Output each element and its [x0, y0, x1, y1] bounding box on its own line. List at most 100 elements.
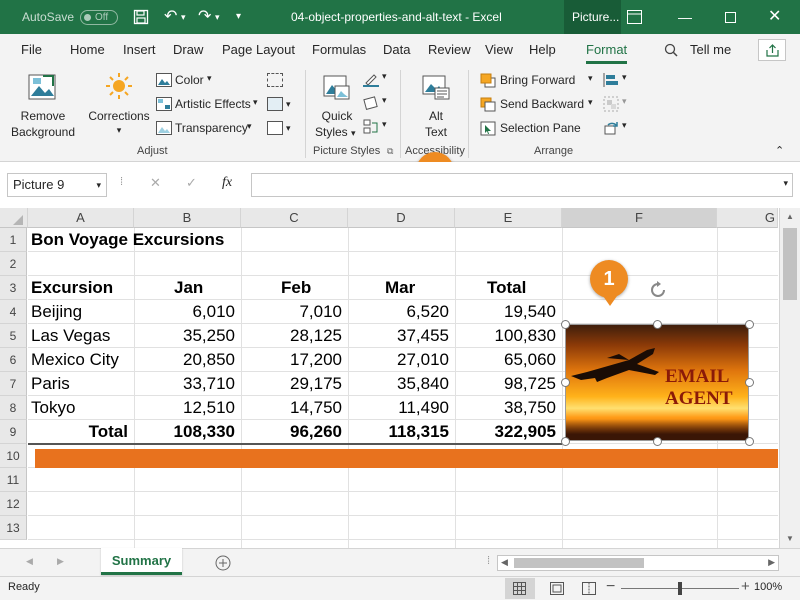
total-feb[interactable]: 96,260: [241, 420, 348, 444]
ribbon-display-icon[interactable]: [627, 10, 642, 24]
row-header-8[interactable]: 8: [0, 396, 27, 420]
header-total[interactable]: Total: [487, 276, 547, 300]
maximize-icon[interactable]: [725, 12, 736, 23]
header-feb[interactable]: Feb: [281, 276, 341, 300]
cell-jan[interactable]: 6,010: [134, 300, 241, 324]
cell-mar[interactable]: 27,010: [348, 348, 455, 372]
column-header-d[interactable]: D: [348, 208, 455, 228]
total-total[interactable]: 322,905: [455, 420, 562, 444]
normal-view-button[interactable]: [505, 578, 535, 599]
vertical-scrollbar[interactable]: ▲ ▼: [779, 208, 800, 548]
formula-input[interactable]: ▾: [251, 173, 793, 197]
picture-styles-launcher-icon[interactable]: ⧉: [387, 146, 393, 157]
total-jan[interactable]: 108,330: [134, 420, 241, 444]
row-header-10[interactable]: 10: [0, 444, 27, 468]
cell-jan[interactable]: 33,710: [134, 372, 241, 396]
prev-sheet-icon[interactable]: ◀: [26, 556, 33, 567]
cell-jan[interactable]: 35,250: [134, 324, 241, 348]
vertical-scroll-thumb[interactable]: [783, 228, 797, 300]
row-header-6[interactable]: 6: [0, 348, 27, 372]
picture-tools-context-tab[interactable]: Picture...: [564, 0, 621, 34]
row-header-11[interactable]: 11: [0, 468, 27, 492]
zoom-in-icon[interactable]: +: [741, 578, 750, 595]
cell-total[interactable]: 65,060: [455, 348, 562, 372]
rotate-handle-icon[interactable]: [648, 280, 668, 300]
insert-function-icon[interactable]: fx: [222, 175, 232, 191]
row-header-7[interactable]: 7: [0, 372, 27, 396]
next-sheet-icon[interactable]: ▶: [57, 556, 64, 567]
horizontal-scroll-thumb[interactable]: [514, 558, 644, 568]
send-backward-button[interactable]: Send Backward: [478, 95, 596, 115]
picture-layout-button[interactable]: ▾: [363, 119, 389, 137]
tab-view[interactable]: View: [485, 34, 513, 64]
undo-icon[interactable]: ↶: [164, 0, 177, 34]
tab-data[interactable]: Data: [383, 34, 410, 64]
resize-handle-bottom-left[interactable]: [561, 437, 570, 446]
cell-feb[interactable]: 29,175: [241, 372, 348, 396]
resize-handle-bottom[interactable]: [653, 437, 662, 446]
tab-page-layout[interactable]: Page Layout: [222, 34, 295, 64]
save-icon[interactable]: [133, 9, 149, 25]
cell-total[interactable]: 100,830: [455, 324, 562, 348]
scroll-up-icon[interactable]: ▲: [786, 212, 794, 221]
minimize-icon[interactable]: —: [678, 0, 692, 34]
cell-excursion[interactable]: Tokyo: [31, 396, 131, 420]
corrections-button[interactable]: Corrections ▾: [86, 68, 152, 142]
zoom-level[interactable]: 100%: [754, 581, 782, 593]
new-sheet-icon[interactable]: [215, 555, 231, 571]
reset-picture-dropdown-icon[interactable]: ▾: [286, 123, 291, 134]
tab-draw[interactable]: Draw: [173, 34, 203, 64]
cell-excursion[interactable]: Mexico City: [31, 348, 131, 372]
select-all-corner[interactable]: [0, 208, 28, 228]
compress-pictures-icon[interactable]: [267, 73, 283, 87]
row-header-5[interactable]: 5: [0, 324, 27, 348]
name-box-dropdown-icon[interactable]: ▾: [96, 174, 101, 196]
color-button[interactable]: Color ▾: [155, 71, 259, 91]
quick-styles-button[interactable]: Quick Styles ▾: [311, 68, 363, 142]
zoom-out-icon[interactable]: −: [606, 578, 615, 596]
cell-excursion[interactable]: Las Vegas: [31, 324, 131, 348]
cell-total[interactable]: 98,725: [455, 372, 562, 396]
alt-text-button[interactable]: Alt Text: [410, 68, 462, 142]
change-picture-icon[interactable]: [267, 97, 283, 111]
column-header-b[interactable]: B: [134, 208, 241, 228]
cell-jan[interactable]: 12,510: [134, 396, 241, 420]
share-button[interactable]: [758, 39, 786, 61]
page-layout-view-icon[interactable]: [550, 582, 564, 595]
column-header-a[interactable]: A: [28, 208, 134, 228]
tab-home[interactable]: Home: [70, 34, 105, 64]
horizontal-scrollbar[interactable]: ◀ ▶: [497, 555, 779, 571]
row-header-1[interactable]: 1: [0, 228, 27, 252]
cell-mar[interactable]: 11,490: [348, 396, 455, 420]
redo-icon[interactable]: ↷: [198, 0, 211, 34]
header-excursion[interactable]: Excursion: [31, 276, 131, 300]
close-icon[interactable]: ✕: [768, 0, 781, 34]
autosave-toggle[interactable]: Off: [80, 10, 118, 25]
scroll-down-icon[interactable]: ▼: [786, 534, 794, 543]
orange-banner-shape[interactable]: [35, 449, 778, 468]
expand-formula-bar-icon[interactable]: ▾: [783, 178, 788, 189]
tab-help[interactable]: Help: [529, 34, 556, 64]
tab-formulas[interactable]: Formulas: [312, 34, 366, 64]
align-button[interactable]: ▾: [603, 72, 631, 90]
column-header-g[interactable]: G: [717, 208, 778, 228]
cell-mar[interactable]: 35,840: [348, 372, 455, 396]
row-header-13[interactable]: 13: [0, 516, 27, 540]
resize-handle-left[interactable]: [561, 378, 570, 387]
resize-handle-top-left[interactable]: [561, 320, 570, 329]
redo-dropdown-icon[interactable]: ▾: [215, 0, 220, 34]
cell-feb[interactable]: 28,125: [241, 324, 348, 348]
picture-effects-button[interactable]: ▾: [363, 95, 389, 113]
transparency-button[interactable]: Transparency ▾: [155, 119, 259, 139]
name-box[interactable]: Picture 9 ▾: [7, 173, 107, 197]
bring-forward-button[interactable]: Bring Forward: [478, 71, 596, 91]
cell-feb[interactable]: 7,010: [241, 300, 348, 324]
cell-total[interactable]: 38,750: [455, 396, 562, 420]
sheet-tab-summary[interactable]: Summary: [101, 548, 182, 575]
lightbulb-icon[interactable]: [664, 43, 678, 57]
send-backward-dropdown-icon[interactable]: ▾: [588, 97, 593, 108]
tell-me-search[interactable]: Tell me: [690, 34, 731, 64]
cell-feb[interactable]: 17,200: [241, 348, 348, 372]
resize-handle-top-right[interactable]: [745, 320, 754, 329]
resize-handle-bottom-right[interactable]: [745, 437, 754, 446]
